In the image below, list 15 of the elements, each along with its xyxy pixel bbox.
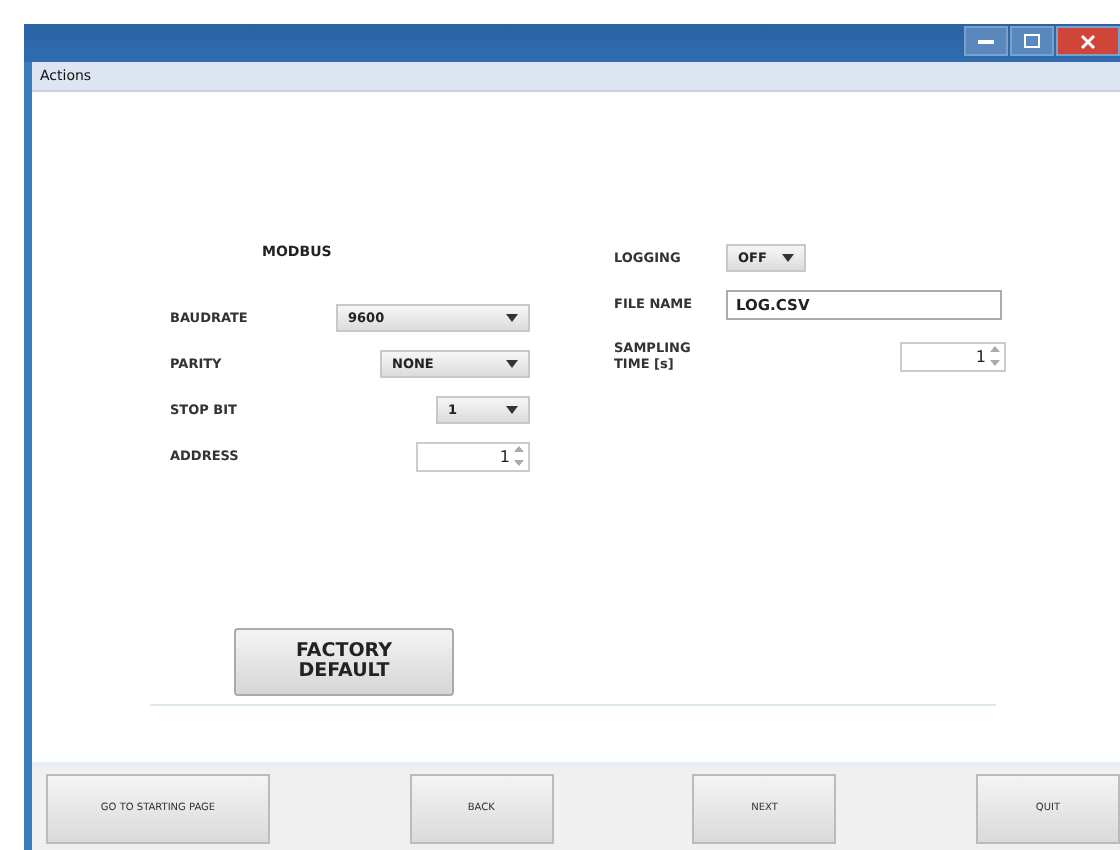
number-field[interactable]: 1 <box>416 441 530 471</box>
spinner-arrows-icon <box>988 342 1002 370</box>
maximize-icon <box>1024 34 1040 48</box>
minimize-button[interactable] <box>964 26 1008 56</box>
caret-icon <box>506 406 518 414</box>
close-icon <box>1080 33 1096 49</box>
number-field[interactable]: 1 <box>900 341 1006 371</box>
caret-icon <box>782 254 794 262</box>
caret-icon <box>506 360 518 368</box>
caret-icon <box>506 314 518 322</box>
minimize-icon <box>978 38 994 44</box>
spinner-arrows-icon <box>512 442 526 470</box>
close-button[interactable] <box>1056 26 1120 56</box>
maximize-button[interactable] <box>1010 26 1054 56</box>
factory-default-button[interactable]: FACTORY DEFAULT <box>234 628 454 696</box>
